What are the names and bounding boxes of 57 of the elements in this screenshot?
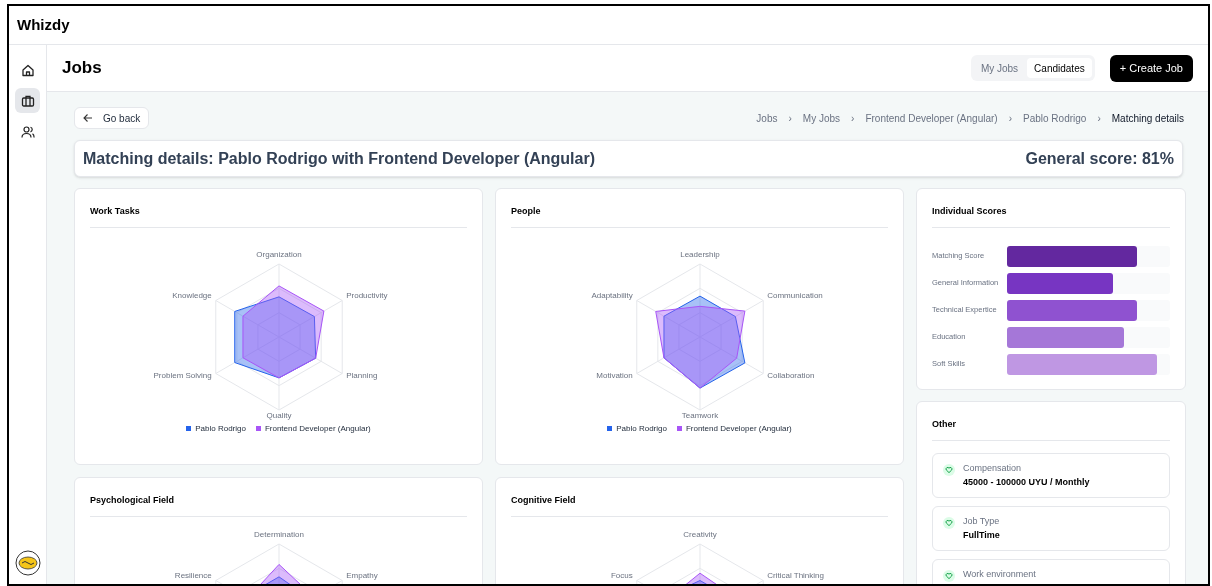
app-logo: Whizdy	[17, 14, 70, 35]
breadcrumb-separator: ›	[788, 111, 792, 126]
axis-label: Critical Thinking	[767, 570, 824, 579]
page-title: Jobs	[62, 57, 102, 80]
card-title: Other	[932, 418, 1170, 441]
breadcrumb-link[interactable]: Jobs	[756, 110, 778, 126]
info-value: FullTime	[963, 529, 1000, 541]
breadcrumb-separator: ›	[1008, 111, 1012, 126]
card-title: Cognitive Field	[511, 494, 888, 517]
axis-label: Communication	[767, 290, 823, 299]
axis-label: Focus	[611, 570, 633, 579]
logo-icon	[14, 550, 41, 576]
axis-label: Adaptability	[591, 290, 633, 299]
axis-label: Problem Solving	[153, 370, 212, 379]
axis-label: Teamwork	[681, 410, 719, 420]
breadcrumb-link[interactable]: Pablo Rodrigo	[1023, 110, 1087, 126]
axis-label: Quality	[266, 410, 292, 420]
breadcrumb-link[interactable]: My Jobs	[802, 110, 841, 126]
arrow-left-icon	[83, 113, 93, 123]
info-label: Work environment	[963, 568, 1036, 580]
axis-label: Motivation	[596, 370, 633, 379]
heart-icon	[943, 516, 955, 529]
info-label: Compensation	[963, 462, 1023, 474]
axis-label: Collaboration	[767, 370, 815, 379]
breadcrumb-current: Matching details	[1111, 111, 1184, 126]
card-title: Work Tasks	[90, 205, 467, 228]
card-title: Individual Scores	[932, 205, 1170, 228]
breadcrumb-separator: ›	[1097, 111, 1101, 126]
tab[interactable]: Candidates	[1027, 58, 1092, 78]
card-title: People	[511, 205, 888, 228]
general-score: General score: 81%	[1025, 148, 1174, 169]
axis-label: Organization	[256, 249, 302, 259]
legend-label[interactable]: Pablo Rodrigo	[195, 422, 246, 435]
axis-label: Determination	[254, 529, 304, 539]
heart-icon	[943, 569, 955, 582]
breadcrumb-link[interactable]: Frontend Developer (Angular)	[865, 110, 998, 126]
info-label: Job Type	[963, 515, 1000, 527]
card-title: Psychological Field	[90, 494, 467, 517]
breadcrumb-separator: ›	[851, 111, 855, 126]
axis-label: Leadership	[680, 249, 720, 259]
legend-label[interactable]: Pablo Rodrigo	[616, 422, 667, 435]
create-job-button[interactable]: + Create Job	[1109, 54, 1193, 82]
axis-label: Planning	[346, 370, 378, 379]
axis-label: Empathy	[346, 570, 378, 579]
page-heading: Matching details: Pablo Rodrigo with Frontend Developer (Angular)	[83, 148, 595, 169]
legend-label[interactable]: Frontend Developer (Angular)	[685, 422, 792, 435]
go-back-button[interactable]: Go back	[74, 107, 150, 129]
heart-icon	[943, 463, 955, 476]
axis-label: Creativity	[683, 529, 717, 539]
tab[interactable]: My Jobs	[973, 58, 1026, 78]
info-value: 45000 - 100000 UYU / Monthly	[963, 476, 1090, 488]
legend-label[interactable]: Frontend Developer (Angular)	[264, 422, 371, 435]
sidebar-nav-item[interactable]	[15, 88, 40, 113]
axis-label: Resilience	[174, 570, 212, 579]
axis-label: Productivity	[346, 290, 388, 299]
axis-label: Knowledge	[172, 290, 212, 299]
users-icon	[19, 123, 36, 140]
